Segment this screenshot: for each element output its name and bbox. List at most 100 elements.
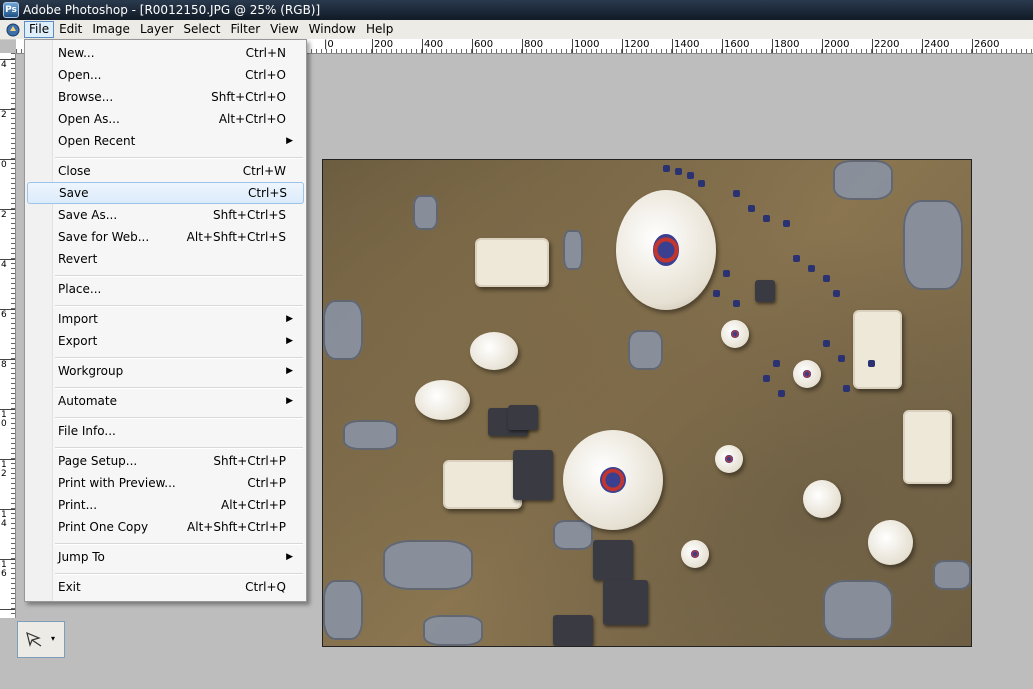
menu-item-exit[interactable]: Exit Ctrl+Q [27,577,302,597]
menu-item-save-as[interactable]: Save As... Shft+Ctrl+S [27,205,302,225]
document-icon[interactable] [5,22,21,38]
ruler-label: 6 [1,310,7,320]
ruler-label: 4 [1,260,7,270]
menu-file[interactable]: File [24,21,55,38]
ruler-label: 1400 [674,39,700,50]
menu-image[interactable]: Image [87,21,135,38]
ruler-label: 800 [524,39,544,50]
menu-item-jump-to[interactable]: Jump To ▶ [27,547,302,567]
ruler-tick [0,609,15,610]
menu-item-shortcut: Shft+Ctrl+S [212,208,286,222]
terrain-building [903,410,952,484]
miniature [713,290,720,297]
menu-item-print-with-preview[interactable]: Print with Preview... Ctrl+P [27,473,302,493]
menu-item-shortcut: Alt+Ctrl+P [221,498,286,512]
terrain-rock [383,540,473,590]
miniature [763,215,770,222]
menu-separator [55,357,303,359]
ruler-label: 0 [1,160,7,170]
ruler-label: 600 [474,39,494,50]
menu-item-open-as[interactable]: Open As... Alt+Ctrl+O [27,109,302,129]
menu-item-revert[interactable]: Revert [27,249,302,269]
menu-item-shortcut: Ctrl+Q [245,580,286,594]
miniature [733,190,740,197]
menu-item-new[interactable]: New... Ctrl+N [27,43,302,63]
miniature [778,390,785,397]
menu-item-shortcut: Alt+Shft+Ctrl+S [186,230,286,244]
terrain-dome [415,380,470,420]
menu-item-workgroup[interactable]: Workgroup ▶ [27,361,302,381]
menu-window[interactable]: Window [304,21,361,38]
tool-preset-picker[interactable]: ▾ [17,621,65,658]
menu-item-label: Exit [58,580,81,594]
menu-item-print-one-copy[interactable]: Print One Copy Alt+Shft+Ctrl+P [27,517,302,537]
terrain-rock [933,560,971,590]
menu-item-save-for-web[interactable]: Save for Web... Alt+Shft+Ctrl+S [27,227,302,247]
submenu-arrow-icon: ▶ [286,314,293,324]
menu-item-import[interactable]: Import ▶ [27,309,302,329]
ruler-label: 2 [1,210,7,220]
ruler-label: 4 [1,60,7,70]
menu-item-shortcut: Ctrl+S [247,186,287,200]
menu-layer[interactable]: Layer [135,21,178,38]
menu-item-shortcut: Shft+Ctrl+P [213,454,286,468]
menu-item-label: Print with Preview... [58,476,176,490]
miniature [843,385,850,392]
menu-select[interactable]: Select [178,21,225,38]
ruler-label: 8 [1,360,7,370]
menu-item-place[interactable]: Place... [27,279,302,299]
menu-item-label: Import [58,312,98,326]
menu-item-close[interactable]: Close Ctrl+W [27,161,302,181]
terrain-rock [903,200,963,290]
menu-item-save[interactable]: Save Ctrl+S [27,182,304,204]
miniature [733,300,740,307]
menu-separator [55,447,303,449]
menu-view[interactable]: View [265,21,303,38]
miniature [783,220,790,227]
title-bar: Ps Adobe Photoshop - [R0012150.JPG @ 25%… [0,0,1033,20]
ruler-label: 400 [424,39,444,50]
vehicle [603,580,648,625]
terrain-dome [721,320,749,348]
vehicle [508,405,538,430]
menu-item-file-info[interactable]: File Info... [27,421,302,441]
menu-help[interactable]: Help [361,21,398,38]
vertical-ruler[interactable]: 4 2 0 2 4 6 8 1 0 1 2 1 4 1 6 [0,53,16,618]
ruler-label: 1600 [724,39,750,50]
menu-item-shortcut: Ctrl+W [242,164,286,178]
dome-emblem [725,455,733,463]
menu-item-open-recent[interactable]: Open Recent ▶ [27,131,302,151]
menu-item-shortcut: Alt+Shft+Ctrl+P [187,520,286,534]
chevron-down-icon[interactable]: ▾ [51,634,55,643]
menu-item-automate[interactable]: Automate ▶ [27,391,302,411]
terrain-rock [343,420,398,450]
menu-item-print[interactable]: Print... Alt+Ctrl+P [27,495,302,515]
submenu-arrow-icon: ▶ [286,336,293,346]
menu-item-browse[interactable]: Browse... Shft+Ctrl+O [27,87,302,107]
miniature [663,165,670,172]
menu-item-export[interactable]: Export ▶ [27,331,302,351]
vehicle [513,450,553,500]
ruler-label: |0 [324,39,334,50]
menu-item-open[interactable]: Open... Ctrl+O [27,65,302,85]
menu-item-label: File Info... [58,424,116,438]
dome-emblem [653,234,679,266]
dome-emblem [803,370,811,378]
document-canvas[interactable] [322,159,972,647]
submenu-arrow-icon: ▶ [286,366,293,376]
vehicle [755,280,775,302]
miniature [675,168,682,175]
miniature [833,290,840,297]
menu-item-shortcut: Ctrl+N [245,46,286,60]
miniature [748,205,755,212]
ruler-label: 2200 [874,39,900,50]
miniature [868,360,875,367]
terrain-dome [563,430,663,530]
menu-item-label: Print One Copy [58,520,149,534]
menu-filter[interactable]: Filter [225,21,265,38]
menu-edit[interactable]: Edit [54,21,87,38]
menu-item-label: Export [58,334,98,348]
menu-item-page-setup[interactable]: Page Setup... Shft+Ctrl+P [27,451,302,471]
menu-separator [55,387,303,389]
menu-item-label: Jump To [58,550,105,564]
